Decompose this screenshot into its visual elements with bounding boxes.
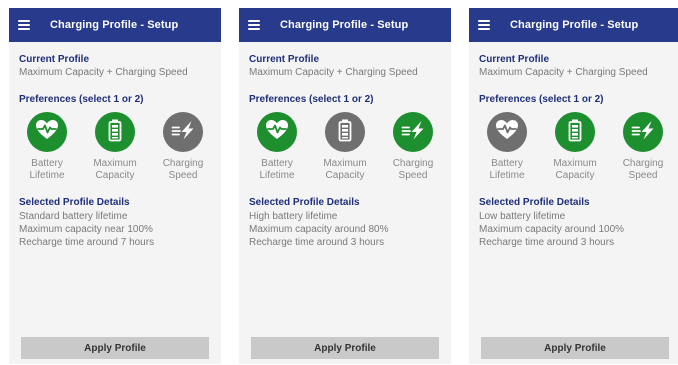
preference-options: Battery Lifetime Maximum Capacity Chargi… (17, 112, 213, 182)
detail-line: High battery lifetime (249, 211, 338, 222)
preferences-heading: Preferences (select 1 or 2) (19, 94, 144, 105)
phone-screen-1: Charging Profile - Setup Current Profile… (9, 8, 221, 364)
option-label: Charging Speed (383, 158, 443, 182)
profile-details: Low battery lifetime Maximum capacity aro… (479, 210, 624, 249)
fast-charge-icon (400, 117, 426, 148)
phone-screen-3: Charging Profile - Setup Current Profile… (469, 8, 678, 364)
apply-profile-button[interactable]: Apply Profile (481, 337, 669, 359)
option-circle[interactable] (95, 112, 135, 152)
detail-line: Recharge time around 3 hours (249, 237, 385, 248)
apply-profile-button[interactable]: Apply Profile (251, 337, 439, 359)
option-label-line1: Battery (261, 158, 293, 169)
option-label: Maximum Capacity (545, 158, 605, 182)
app-bar: Charging Profile - Setup (239, 8, 451, 42)
option-circle[interactable] (163, 112, 203, 152)
option-fast-charge[interactable]: Charging Speed (153, 112, 213, 182)
detail-line: Recharge time around 3 hours (479, 237, 615, 248)
app-bar-title: Charging Profile - Setup (50, 19, 179, 31)
current-profile-value: Maximum Capacity + Charging Speed (479, 67, 648, 78)
option-label-line1: Charging (392, 158, 434, 169)
option-heart-pulse[interactable]: Battery Lifetime (247, 112, 307, 182)
option-label-line1: Battery (491, 158, 523, 169)
heart-pulse-icon (494, 117, 520, 148)
option-circle[interactable] (325, 112, 365, 152)
option-battery[interactable]: Maximum Capacity (545, 112, 605, 182)
option-battery[interactable]: Maximum Capacity (85, 112, 145, 182)
detail-line: Maximum capacity around 80% (249, 224, 389, 235)
fast-charge-icon (630, 117, 656, 148)
hamburger-menu-icon[interactable] (18, 20, 30, 30)
hamburger-menu-icon[interactable] (478, 20, 490, 30)
battery-icon (562, 117, 588, 148)
profile-details-heading: Selected Profile Details (19, 197, 130, 208)
fast-charge-icon (170, 117, 196, 148)
app-bar: Charging Profile - Setup (469, 8, 678, 42)
heart-pulse-icon (264, 117, 290, 148)
option-circle[interactable] (257, 112, 297, 152)
battery-icon (102, 117, 128, 148)
option-label-line2: Lifetime (259, 170, 295, 181)
option-label-line1: Battery (31, 158, 63, 169)
option-label-line2: Capacity (95, 170, 135, 181)
option-label-line2: Lifetime (489, 170, 525, 181)
detail-line: Maximum capacity around 100% (479, 224, 625, 235)
profile-details: High battery lifetime Maximum capacity ar… (249, 210, 389, 249)
heart-pulse-icon (34, 117, 60, 148)
option-label-line1: Maximum (93, 158, 137, 169)
option-fast-charge[interactable]: Charging Speed (383, 112, 443, 182)
option-label: Charging Speed (613, 158, 673, 182)
option-label-line1: Maximum (323, 158, 367, 169)
option-label-line2: Speed (398, 170, 428, 181)
current-profile-heading: Current Profile (19, 54, 90, 65)
option-circle[interactable] (555, 112, 595, 152)
app-bar: Charging Profile - Setup (9, 8, 221, 42)
option-label-line2: Speed (628, 170, 658, 181)
option-label: Maximum Capacity (85, 158, 145, 182)
option-battery[interactable]: Maximum Capacity (315, 112, 375, 182)
option-label: Battery Lifetime (477, 158, 537, 182)
detail-line: Low battery lifetime (479, 211, 566, 222)
option-label-line2: Lifetime (29, 170, 65, 181)
battery-icon (332, 117, 358, 148)
option-heart-pulse[interactable]: Battery Lifetime (477, 112, 537, 182)
option-label: Charging Speed (153, 158, 213, 182)
detail-line: Recharge time around 7 hours (19, 237, 155, 248)
option-heart-pulse[interactable]: Battery Lifetime (17, 112, 77, 182)
option-label-line1: Charging (162, 158, 204, 169)
detail-line: Standard battery lifetime (19, 211, 128, 222)
profile-details-heading: Selected Profile Details (249, 197, 360, 208)
profile-details-heading: Selected Profile Details (479, 197, 590, 208)
current-profile-heading: Current Profile (479, 54, 550, 65)
option-fast-charge[interactable]: Charging Speed (613, 112, 673, 182)
option-circle[interactable] (27, 112, 67, 152)
hamburger-menu-icon[interactable] (248, 20, 260, 30)
option-label-line2: Capacity (325, 170, 365, 181)
current-profile-value: Maximum Capacity + Charging Speed (249, 67, 418, 78)
option-label: Battery Lifetime (17, 158, 77, 182)
current-profile-heading: Current Profile (249, 54, 320, 65)
option-label-line1: Charging (622, 158, 664, 169)
option-circle[interactable] (487, 112, 527, 152)
option-label-line2: Capacity (555, 170, 595, 181)
option-label-line1: Maximum (553, 158, 597, 169)
detail-line: Maximum capacity near 100% (19, 224, 153, 235)
app-bar-title: Charging Profile - Setup (510, 19, 639, 31)
option-label: Battery Lifetime (247, 158, 307, 182)
preference-options: Battery Lifetime Maximum Capacity Chargi… (247, 112, 443, 182)
option-label-line2: Speed (168, 170, 198, 181)
phone-screen-2: Charging Profile - Setup Current Profile… (239, 8, 451, 364)
option-label: Maximum Capacity (315, 158, 375, 182)
preferences-heading: Preferences (select 1 or 2) (249, 94, 374, 105)
profile-details: Standard battery lifetime Maximum capacit… (19, 210, 154, 249)
preferences-heading: Preferences (select 1 or 2) (479, 94, 604, 105)
apply-profile-button[interactable]: Apply Profile (21, 337, 209, 359)
option-circle[interactable] (623, 112, 663, 152)
option-circle[interactable] (393, 112, 433, 152)
current-profile-value: Maximum Capacity + Charging Speed (19, 67, 188, 78)
app-bar-title: Charging Profile - Setup (280, 19, 409, 31)
preference-options: Battery Lifetime Maximum Capacity Chargi… (477, 112, 673, 182)
